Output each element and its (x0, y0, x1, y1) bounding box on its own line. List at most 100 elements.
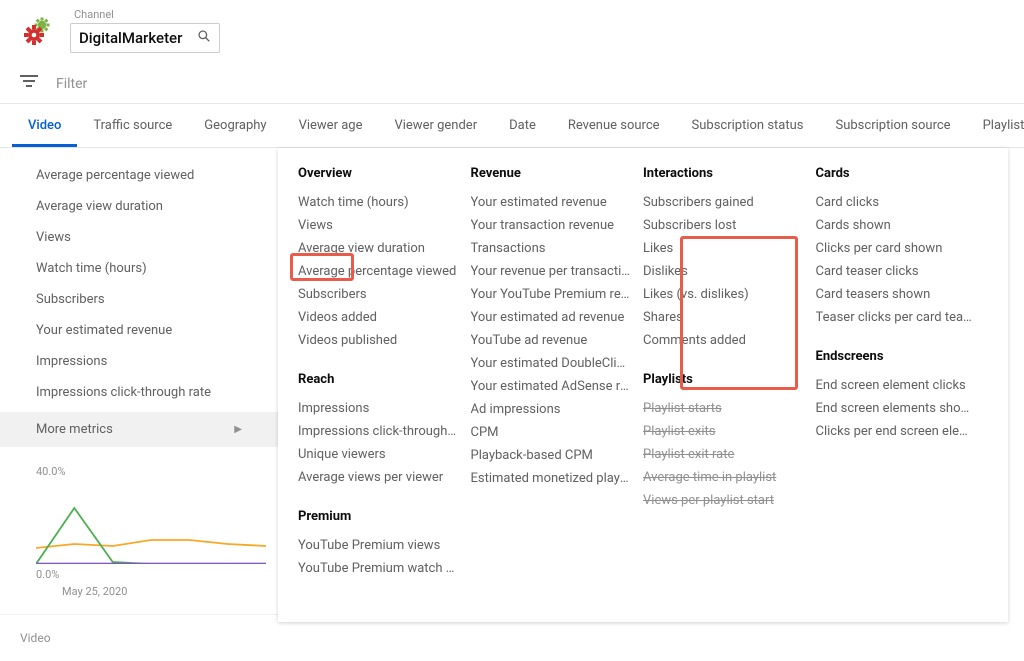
tab-traffic-source[interactable]: Traffic source (77, 104, 188, 147)
metrics-group: PlaylistsPlaylist startsPlaylist exitsPl… (643, 372, 804, 512)
metric-item[interactable]: Clicks per end screen element shown (816, 420, 977, 443)
mini-chart: 40.0% 0.0% May 25, 2020 (0, 447, 278, 606)
metric-item[interactable]: Cards shown (816, 214, 977, 237)
channel-name: DigitalMarketer (79, 29, 197, 47)
sidebar-item[interactable]: Your estimated revenue (0, 315, 278, 346)
metrics-column: Cards Card clicksCards shownClicks per ca… (816, 166, 989, 600)
metric-item: Playlist exit rate (643, 443, 804, 466)
more-metrics-label: More metrics (36, 422, 113, 437)
metric-item[interactable]: Dislikes (643, 260, 804, 283)
channel-selector: Channel DigitalMarketer (70, 8, 220, 53)
search-icon (197, 29, 211, 47)
metric-item[interactable]: Your revenue per transaction (471, 260, 632, 283)
metric-item[interactable]: End screen elements shown (816, 397, 977, 420)
metric-item[interactable]: Your estimated revenue (471, 191, 632, 214)
sidebar-item[interactable]: Watch time (hours) (0, 253, 278, 284)
main-area: Average percentage viewedAverage view du… (0, 148, 1024, 589)
metric-item[interactable]: Watch time (hours) (298, 191, 459, 214)
channel-label: Channel (70, 8, 220, 21)
metric-item[interactable]: Likes (643, 237, 804, 260)
metric-item[interactable]: Teaser clicks per card teaser shown (816, 306, 977, 329)
tab-viewer-age[interactable]: Viewer age (283, 104, 379, 147)
metric-item[interactable]: Ad impressions (471, 398, 632, 421)
metrics-column: Interactions Subscribers gainedSubscriber… (643, 166, 816, 600)
more-metrics-button[interactable]: More metrics ▶ (0, 412, 278, 447)
metric-item: Average time in playlist (643, 466, 804, 489)
filter-bar[interactable]: Filter (0, 65, 1024, 104)
sidebar-item[interactable]: Impressions (0, 346, 278, 377)
tab-subscription-source[interactable]: Subscription source (820, 104, 967, 147)
metrics-column: OverviewWatch time (hours)ViewsAverage v… (298, 166, 471, 600)
tab-video[interactable]: Video (12, 104, 77, 147)
metric-item[interactable]: Videos published (298, 329, 459, 352)
metric-item[interactable]: Clicks per card shown (816, 237, 977, 260)
sidebar-item[interactable]: Views (0, 222, 278, 253)
metrics-group: Interactions Subscribers gainedSubscriber… (643, 166, 804, 352)
tab-revenue-source[interactable]: Revenue source (552, 104, 676, 147)
metric-item[interactable]: Subscribers (298, 283, 459, 306)
metrics-group-head: Premium (298, 509, 459, 524)
metric-item: Views per playlist start (643, 489, 804, 512)
metrics-group: Premium YouTube Premium viewsYouTube Prem… (298, 509, 459, 580)
metric-item[interactable]: Card teaser clicks (816, 260, 977, 283)
filter-icon (20, 75, 38, 93)
chart-y-top: 40.0% (36, 465, 258, 478)
metric-item[interactable]: Impressions click-through rate (298, 420, 459, 443)
tab-date[interactable]: Date (493, 104, 552, 147)
metric-item[interactable]: YouTube Premium views (298, 534, 459, 557)
metric-sidebar: Average percentage viewedAverage view du… (0, 148, 278, 589)
metric-item[interactable]: Card clicks (816, 191, 977, 214)
metric-item[interactable]: Average view duration (298, 237, 459, 260)
channel-logo (20, 13, 56, 49)
metric-item[interactable]: Shares (643, 306, 804, 329)
chevron-right-icon: ▶ (234, 424, 242, 435)
metrics-group-head: Endscreens (816, 349, 977, 364)
metric-item[interactable]: Your YouTube Premium revenue (471, 283, 632, 306)
metrics-group-head: Overview (298, 166, 459, 181)
metric-item[interactable]: Your estimated ad revenue (471, 306, 632, 329)
tab-playlist[interactable]: Playlist (967, 104, 1024, 147)
metric-item[interactable]: YouTube ad revenue (471, 329, 632, 352)
sidebar-item[interactable]: Subscribers (0, 284, 278, 315)
metric-item[interactable]: Your transaction revenue (471, 214, 632, 237)
metric-item[interactable]: Transactions (471, 237, 632, 260)
tab-geography[interactable]: Geography (188, 104, 282, 147)
metric-item[interactable]: YouTube Premium watch time (hours) (298, 557, 459, 580)
header: Channel DigitalMarketer (0, 0, 1024, 65)
metrics-group-head: Reach (298, 372, 459, 387)
metric-item[interactable]: Impressions (298, 397, 459, 420)
metric-item: Playlist exits (643, 420, 804, 443)
metric-item[interactable]: Average percentage viewed (298, 260, 459, 283)
metric-item[interactable]: Card teasers shown (816, 283, 977, 306)
metric-item[interactable]: Unique viewers (298, 443, 459, 466)
sidebar-item[interactable]: Impressions click-through rate (0, 377, 278, 408)
metric-item[interactable]: Subscribers gained (643, 191, 804, 214)
metric-item[interactable]: Estimated monetized playbacks (471, 467, 632, 490)
metric-item[interactable]: Comments added (643, 329, 804, 352)
metric-item[interactable]: CPM (471, 421, 632, 444)
metric-item[interactable]: Likes (vs. dislikes) (643, 283, 804, 306)
metric-item[interactable]: Your estimated DoubleClick revenue (471, 352, 632, 375)
metric-item[interactable]: Average views per viewer (298, 466, 459, 489)
metrics-group: Revenue Your estimated revenueYour transa… (471, 166, 632, 490)
metrics-column: Revenue Your estimated revenueYour transa… (471, 166, 644, 600)
chart-y-bottom: 0.0% (36, 568, 59, 581)
metric-item[interactable]: Subscribers lost (643, 214, 804, 237)
sidebar-item[interactable]: Average view duration (0, 191, 278, 222)
metric-item[interactable]: Videos added (298, 306, 459, 329)
dimension-tabs: VideoTraffic sourceGeographyViewer ageVi… (0, 104, 1024, 148)
tab-subscription-status[interactable]: Subscription status (676, 104, 820, 147)
metrics-group-head: Cards (816, 166, 977, 181)
metrics-group: Overview Watch time (hours)ViewsAverage v… (298, 166, 459, 352)
tab-viewer-gender[interactable]: Viewer gender (378, 104, 493, 147)
metrics-group: Cards Card clicksCards shownClicks per ca… (816, 166, 977, 329)
metrics-group-head: Interactions (643, 166, 804, 181)
metrics-group-head: Revenue (471, 166, 632, 181)
channel-search-input[interactable]: DigitalMarketer (70, 23, 220, 53)
metric-item[interactable]: Views (298, 214, 459, 237)
metric-item[interactable]: Your estimated AdSense revenue (471, 375, 632, 398)
metric-item[interactable]: End screen element clicks (816, 374, 977, 397)
sidebar-item[interactable]: Average percentage viewed (0, 160, 278, 191)
metric-item[interactable]: Playback-based CPM (471, 444, 632, 467)
metrics-group: Endscreens End screen element clicksEnd s… (816, 349, 977, 443)
